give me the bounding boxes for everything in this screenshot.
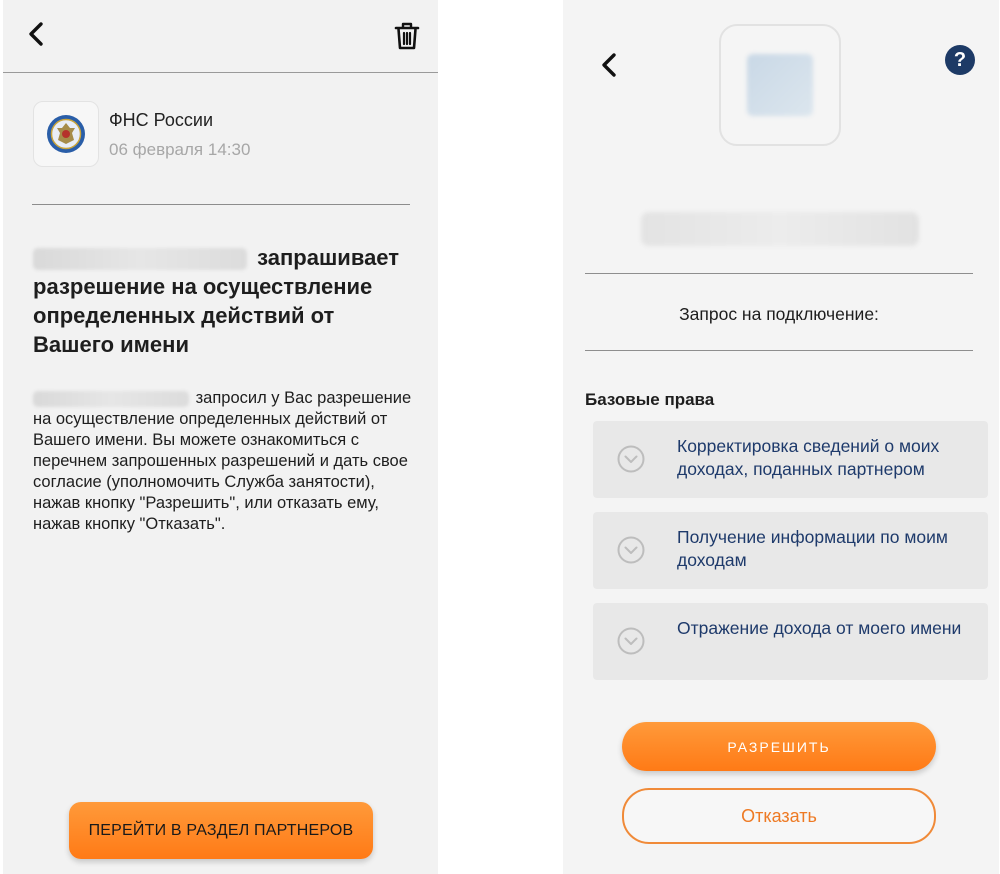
chevron-left-icon <box>29 22 43 46</box>
connection-request-label: Запрос на подключение: <box>679 304 879 324</box>
partner-logo <box>719 24 841 146</box>
right-item-income-info[interactable]: Получение информации по моим доходам <box>593 512 988 589</box>
right-item-label: Отражение дохода от моего имени <box>677 618 962 638</box>
fns-emblem-icon <box>47 115 85 153</box>
chevron-down-circle-icon <box>617 627 645 655</box>
chevron-down-circle-icon <box>617 536 645 564</box>
right-item-income-recording[interactable]: Отражение дохода от моего имени <box>593 603 988 680</box>
deny-button[interactable]: Отказать <box>622 788 936 844</box>
right-item-label: Получение информации по моим доходам <box>677 527 948 570</box>
request-heading: запрашивает разрешение на осуществление … <box>33 245 400 357</box>
allow-button[interactable]: РАЗРЕШИТЬ <box>622 722 936 771</box>
help-icon[interactable]: ? <box>945 45 975 75</box>
go-to-partners-button[interactable]: ПЕРЕЙТИ В РАЗДЕЛ ПАРТНЕРОВ <box>69 802 373 859</box>
redacted-partner-name <box>33 390 189 407</box>
right-item-income-correction[interactable]: Корректировка сведений о моих доходах, п… <box>593 421 988 498</box>
message-date: 06 февраля 14:30 <box>109 140 251 159</box>
sender-divider <box>32 204 410 205</box>
permission-request-screen: ? Запрос на подключение: Базовые права К… <box>563 0 999 874</box>
divider <box>585 350 973 351</box>
redacted-partner-name <box>33 248 247 271</box>
request-description: запросил у Вас разрешение на осуществлен… <box>33 389 412 533</box>
chevron-down-circle-icon <box>617 445 645 473</box>
header-divider <box>3 72 438 73</box>
sender-logo <box>33 101 99 167</box>
redacted-partner-logo <box>747 54 813 116</box>
sender-name: ФНС России <box>109 110 214 130</box>
chevron-left-icon <box>602 53 616 77</box>
divider <box>585 273 973 274</box>
redacted-partner-name <box>641 212 919 246</box>
right-item-label: Корректировка сведений о моих доходах, п… <box>677 436 940 479</box>
back-button[interactable] <box>23 21 49 47</box>
trash-icon[interactable] <box>393 21 421 51</box>
basic-rights-title: Базовые права <box>585 390 715 409</box>
back-button[interactable] <box>596 52 622 78</box>
message-screen: ФНС России 06 февраля 14:30 запрашивает … <box>3 0 438 874</box>
